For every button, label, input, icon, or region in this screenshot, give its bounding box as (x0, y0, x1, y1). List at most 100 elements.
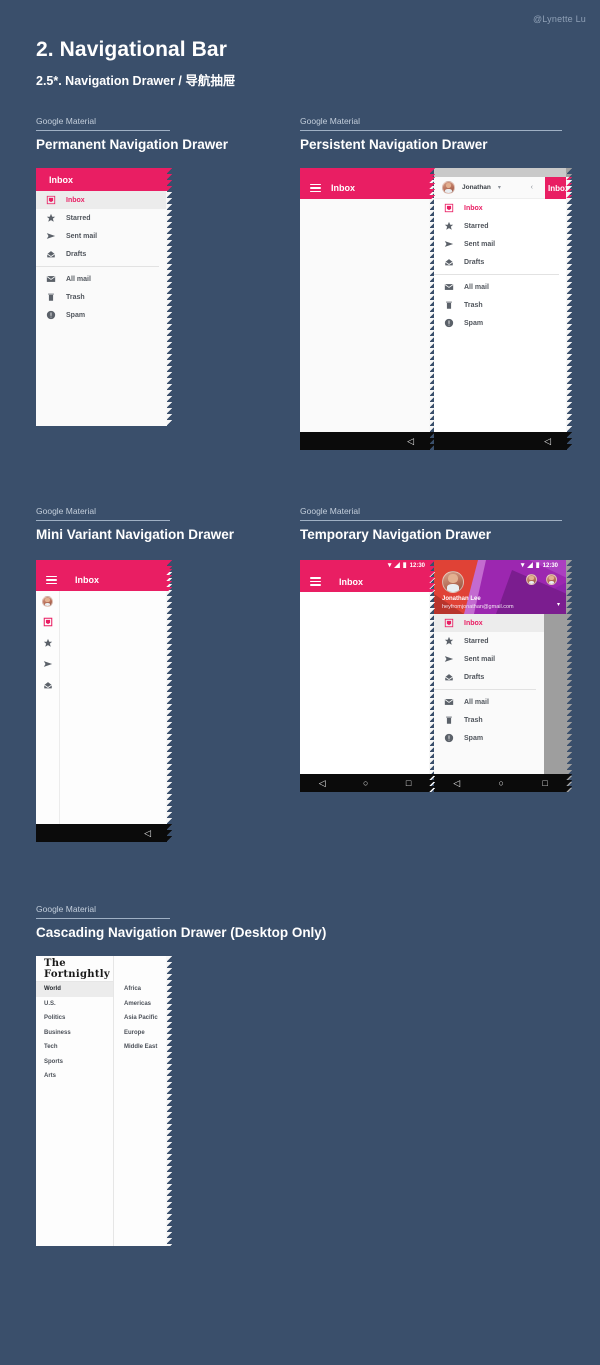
chevron-left-icon[interactable]: ‹ (531, 184, 533, 191)
hamburger-icon[interactable] (310, 183, 321, 193)
page-title: 2. Navigational Bar (36, 38, 227, 61)
recents-icon[interactable]: □ (542, 778, 547, 788)
account-name: Jonathan Lee (442, 596, 481, 602)
drawer-item-trash[interactable]: Trash (36, 288, 167, 306)
section-mini-variant: Google Material Mini Variant Navigation … (36, 506, 236, 542)
section-kicker: Google Material (36, 904, 97, 914)
mail-icon (444, 697, 454, 707)
mini-item-starred[interactable] (36, 633, 59, 654)
hamburger-icon[interactable] (310, 577, 321, 586)
section-kicker: Google Material (36, 116, 97, 126)
divider (36, 520, 170, 521)
drawer-item-all-mail[interactable]: All mail (36, 270, 167, 288)
cascading-drawer-pane: The Fortnightly World U.S. Politics Busi… (36, 956, 172, 1246)
drawer-item-label: Spam (464, 734, 484, 742)
back-icon[interactable]: ◁ (453, 778, 460, 789)
torn-edge-nav (566, 774, 572, 792)
drawer-item-label: Sent mail (464, 655, 496, 663)
avatar[interactable] (442, 181, 455, 194)
drawer-item-spam[interactable]: Spam (434, 314, 567, 332)
mail-icon (444, 282, 454, 292)
mini-item-sent-mail[interactable] (36, 654, 59, 675)
cascade-subitem-americas[interactable]: Americas (114, 997, 167, 1012)
avatar[interactable] (442, 571, 464, 593)
drawer-item-label: Spam (464, 319, 484, 327)
android-nav-bar[interactable]: ◁ (36, 824, 172, 842)
status-bar: ▾ ◢ ▮ 12:30 (300, 560, 435, 571)
cascade-subitem-label: Americas (124, 1000, 152, 1007)
mini-item-avatar[interactable] (36, 591, 59, 612)
drawer-item-spam[interactable]: Spam (36, 306, 167, 324)
cascade-subitem-africa[interactable]: Africa (114, 982, 167, 997)
author-credit: @Lynette Lu (532, 14, 586, 24)
android-nav-bar[interactable]: ◁ ○ □ (300, 774, 435, 792)
hamburger-icon[interactable] (46, 575, 57, 585)
info-icon (444, 733, 454, 743)
back-icon[interactable]: ◁ (144, 828, 151, 839)
drawer-item-trash[interactable]: Trash (434, 711, 544, 729)
back-icon[interactable]: ◁ (319, 778, 326, 789)
home-icon[interactable]: ○ (363, 778, 368, 788)
cascade-item-arts[interactable]: Arts (36, 1069, 113, 1084)
drafts-icon (444, 672, 454, 682)
drawer-item-starred[interactable]: Starred (434, 632, 544, 650)
cascade-item-sports[interactable]: Sports (36, 1055, 113, 1070)
app-bar[interactable]: Inbox (300, 571, 435, 592)
app-bar: Inbox (36, 168, 172, 191)
cascade-subitem-europe[interactable]: Europe (114, 1026, 167, 1041)
drawer-item-sent-mail[interactable]: Sent mail (36, 227, 167, 245)
peek-app-bar: Inbox (545, 177, 572, 199)
drawer-item-label: All mail (464, 698, 489, 706)
chevron-down-icon[interactable]: ▾ (557, 601, 560, 608)
cascade-item-label: U.S. (44, 1000, 56, 1007)
app-bar[interactable]: Inbox (300, 177, 435, 199)
section-kicker: Google Material (36, 506, 97, 516)
drawer-item-all-mail[interactable]: All mail (434, 278, 567, 296)
cascade-subitem-label: Europe (124, 1029, 145, 1036)
back-icon[interactable]: ◁ (407, 436, 414, 447)
drawer-item-inbox[interactable]: Inbox (434, 614, 544, 632)
secondary-avatar-1[interactable] (526, 574, 537, 585)
mini-item-drafts[interactable] (36, 675, 59, 696)
drawer-item-trash[interactable]: Trash (434, 296, 567, 314)
divider (434, 689, 536, 690)
recents-icon[interactable]: □ (406, 778, 411, 788)
persistent-closed-pane: Inbox ◁ (300, 168, 435, 450)
chevron-down-icon[interactable]: ▾ (498, 184, 501, 191)
mini-item-inbox[interactable] (36, 612, 59, 633)
drawer-item-drafts[interactable]: Drafts (434, 668, 544, 686)
android-nav-bar[interactable]: ◁ ○ □ (434, 774, 572, 792)
drawer-item-drafts[interactable]: Drafts (36, 245, 167, 263)
drawer-item-inbox[interactable]: Inbox (36, 191, 167, 209)
android-nav-bar[interactable]: ◁ (300, 432, 435, 450)
mini-body (36, 591, 167, 824)
masthead: The Fortnightly (36, 956, 113, 982)
drawer-item-label: Starred (66, 214, 91, 222)
drawer-item-sent-mail[interactable]: Sent mail (434, 235, 567, 253)
drawer-item-drafts[interactable]: Drafts (434, 253, 567, 271)
drawer-item-spam[interactable]: Spam (434, 729, 544, 747)
section-kicker: Google Material (300, 116, 361, 126)
back-icon[interactable]: ◁ (544, 436, 551, 447)
avatar-icon[interactable] (42, 596, 53, 607)
cascade-item-world[interactable]: World (36, 982, 113, 997)
cascade-item-tech[interactable]: Tech (36, 1040, 113, 1055)
secondary-avatar-2[interactable] (546, 574, 557, 585)
section-title: Mini Variant Navigation Drawer (36, 527, 235, 542)
drawer-item-inbox[interactable]: Inbox (434, 199, 567, 217)
app-bar[interactable]: Inbox (36, 569, 172, 591)
home-icon[interactable]: ○ (499, 778, 504, 788)
drawer-item-all-mail[interactable]: All mail (434, 693, 544, 711)
cascade-item-business[interactable]: Business (36, 1026, 113, 1041)
cascade-item-us[interactable]: U.S. (36, 997, 113, 1012)
cascade-item-politics[interactable]: Politics (36, 1011, 113, 1026)
section-title: Temporary Navigation Drawer (300, 527, 492, 542)
drawer-item-starred[interactable]: Starred (434, 217, 567, 235)
cascade-subitem-middle-east[interactable]: Middle East (114, 1040, 167, 1055)
cascade-subitem-asia-pacific[interactable]: Asia Pacific (114, 1011, 167, 1026)
drawer-item-sent-mail[interactable]: Sent mail (434, 650, 544, 668)
drawer-item-label: Drafts (66, 250, 87, 258)
drawer-item-starred[interactable]: Starred (36, 209, 167, 227)
status-time: 12:30 (409, 562, 425, 569)
android-nav-bar[interactable]: ◁ (434, 432, 572, 450)
